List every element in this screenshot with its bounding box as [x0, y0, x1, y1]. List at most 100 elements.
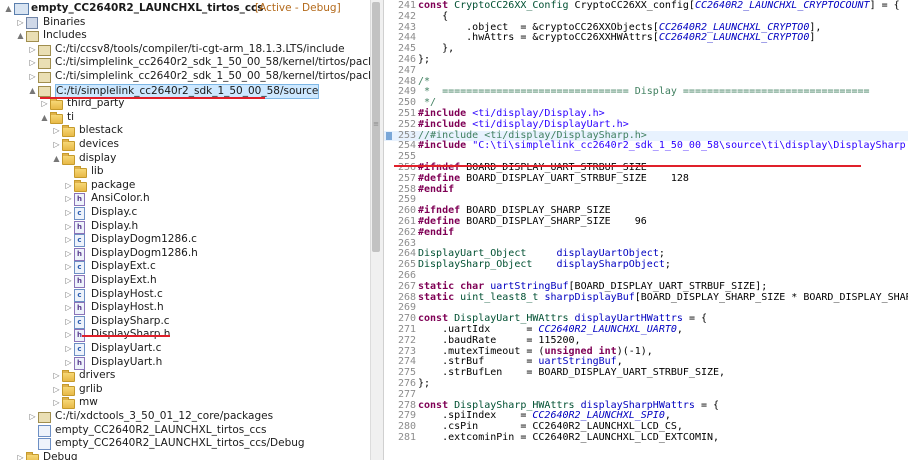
h-file-icon: h	[74, 247, 85, 261]
code-line[interactable]: 268 static uint_least8_t sharpDisplayBuf[…	[384, 291, 908, 304]
tree-item-label: C:/ti/ccsv8/tools/compiler/ti-cgt-arm_18…	[55, 42, 345, 55]
code-token: .hwAttrs = &cryptoCC26XXHWAttrs[	[418, 32, 659, 44]
expand-arrow-icon[interactable]: ▷	[64, 288, 73, 301]
tree-item-label: drivers	[79, 369, 116, 382]
folder-icon	[74, 179, 87, 192]
code-text: #endif	[418, 227, 454, 239]
expand-arrow-icon[interactable]: ▷	[40, 97, 49, 110]
code-line[interactable]: 262 #endif	[384, 227, 908, 239]
collapse-arrow-icon[interactable]: ▲	[28, 84, 37, 97]
collapse-arrow-icon[interactable]: ▲	[4, 2, 13, 15]
expand-arrow-icon[interactable]: ▷	[52, 369, 61, 382]
tree-item-label: DisplayDogm1286.h	[91, 246, 198, 259]
code-text: };	[418, 378, 430, 390]
active-config-label: [Active - Debug]	[255, 2, 341, 14]
tree-item-label: empty_CC2640R2_LAUNCHXL_tirtos_ccs	[31, 2, 264, 14]
expand-arrow-icon[interactable]: ▷	[28, 56, 37, 69]
c-file-icon: c	[74, 315, 85, 329]
expand-arrow-icon[interactable]: ▷	[52, 124, 61, 137]
code-token: CC2640R2_LAUNCHXL_CRYPTO0	[658, 21, 810, 33]
folder-icon	[26, 451, 39, 460]
code-line[interactable]: 254 #include "C:\ti\simplelink_cc2640r2_s…	[384, 140, 908, 152]
expand-arrow-icon[interactable]: ▷	[28, 43, 37, 56]
tree-item-label: package	[91, 178, 136, 191]
h-file-icon: h	[74, 193, 85, 207]
expand-arrow-icon[interactable]: ▷	[64, 328, 73, 341]
expand-arrow-icon[interactable]: ▷	[28, 70, 37, 83]
expand-arrow-icon[interactable]: ▷	[64, 206, 73, 219]
code-token: //#include <ti/display/DisplaySharp.h>	[418, 129, 647, 141]
code-token: CC2640R2_LAUNCHXL_CRYPTOCOUNT	[694, 0, 870, 11]
code-token: #define	[418, 172, 467, 184]
code-token: displayUartHWattrs	[574, 313, 683, 325]
code-line[interactable]: 244 .hwAttrs = &cryptoCC26XXHWAttrs[CC26…	[384, 32, 908, 44]
expand-arrow-icon[interactable]: ▷	[64, 260, 73, 273]
code-text: #endif	[418, 184, 454, 196]
code-token: ,	[616, 356, 623, 368]
code-token: uint_least8_t	[460, 291, 545, 303]
code-line[interactable]: 241 const CryptoCC26XX_Config CryptoCC26X…	[384, 0, 908, 12]
code-token: ] = {	[869, 0, 900, 11]
expand-arrow-icon[interactable]: ▷	[64, 301, 73, 314]
code-token: DisplaySharp_HWAttrs	[454, 399, 581, 411]
expand-arrow-icon[interactable]: ▷	[64, 247, 73, 260]
expand-arrow-icon[interactable]: ▷	[28, 410, 37, 423]
expand-arrow-icon[interactable]: ▷	[64, 342, 73, 355]
code-line[interactable]: 258 #endif	[384, 184, 908, 196]
code-token: #ifndef	[418, 205, 467, 217]
code-token: const	[418, 0, 455, 11]
code-token: .strBuf =	[418, 356, 539, 368]
code-token: CC2640R2_LAUNCHXL_UART0	[538, 324, 677, 335]
linked-folder-icon	[38, 438, 51, 451]
code-editor[interactable]: 241 const CryptoCC26XX_Config CryptoCC26X…	[384, 0, 908, 460]
collapse-arrow-icon[interactable]: ▲	[16, 29, 25, 42]
code-line[interactable]: 261 #define BOARD_DISPLAY_SHARP_SIZE 96	[384, 216, 908, 228]
code-token: };	[418, 54, 431, 65]
code-line[interactable]: 257 #define BOARD_DISPLAY_UART_STRBUF_SIZ…	[384, 172, 908, 185]
code-token: BOARD_DISPLAY_SHARP_SIZE 96	[466, 216, 647, 227]
expand-arrow-icon[interactable]: ▷	[64, 220, 73, 233]
code-token: #define	[418, 216, 467, 227]
collapse-arrow-icon[interactable]: ▲	[52, 152, 61, 165]
code-line[interactable]: 276};	[384, 378, 908, 390]
tree-item-label: DisplayHost.c	[91, 287, 163, 300]
tree-item-label: C:/ti/simplelink_cc2640r2_sdk_1_50_00_58…	[55, 56, 370, 69]
code-token: ]	[809, 32, 816, 44]
tree-item-label: empty_CC2640R2_LAUNCHXL_tirtos_ccs	[55, 423, 267, 436]
code-token: ],	[809, 21, 822, 33]
project-explorer-tree[interactable]: ▲ empty_CC2640R2_LAUNCHXL_tirtos_ccs [Acti…	[0, 0, 370, 460]
code-line[interactable]: 281 .extcominPin = CC2640R2_LAUNCHXL_LCD…	[384, 432, 908, 444]
collapse-arrow-icon[interactable]: ▲	[40, 111, 49, 124]
code-token: .baudRate = 115200,	[418, 334, 581, 346]
code-line[interactable]: 246};	[384, 54, 908, 66]
expand-arrow-icon[interactable]: ▷	[52, 396, 61, 409]
code-token: #include	[418, 118, 473, 130]
code-line[interactable]: 249 * =============================== Di…	[384, 86, 908, 98]
line-number: 281	[397, 432, 416, 443]
expand-arrow-icon[interactable]: ▷	[52, 383, 61, 396]
tree-item-label: Display.c	[91, 206, 138, 218]
tree-item-label: DisplaySharp.c	[91, 314, 170, 327]
tree-item-label: Display.h	[91, 219, 139, 232]
code-token: #include	[418, 140, 473, 152]
project-icon	[14, 3, 29, 15]
include-path-icon	[38, 85, 51, 97]
expand-arrow-icon[interactable]: ▷	[64, 274, 73, 287]
expand-arrow-icon[interactable]: ▷	[64, 192, 73, 205]
expand-arrow-icon[interactable]: ▷	[64, 233, 73, 246]
code-line[interactable]: 275 .strBufLen = BOARD_DISPLAY_UART_STRB…	[384, 367, 908, 379]
expand-arrow-icon[interactable]: ▷	[64, 315, 73, 328]
expand-arrow-icon[interactable]: ▷	[16, 451, 25, 460]
expand-arrow-icon[interactable]: ▷	[52, 138, 61, 151]
tree-item-label: DisplayExt.c	[91, 260, 156, 273]
code-line[interactable]: 265 DisplaySharp_Object displaySharpObjec…	[384, 259, 908, 271]
expand-arrow-icon[interactable]: ▷	[64, 356, 73, 369]
expand-arrow-icon[interactable]: ▷	[16, 16, 25, 29]
code-line[interactable]: 247	[384, 65, 908, 77]
code-token: )(-1),	[616, 345, 653, 357]
code-line[interactable]: 245 },	[384, 43, 908, 55]
code-token: DisplayUart_Object	[418, 248, 557, 260]
include-path-icon	[38, 58, 51, 70]
expand-arrow-icon[interactable]: ▷	[64, 179, 73, 192]
tree-item-label: DisplayUart.h	[91, 355, 163, 368]
